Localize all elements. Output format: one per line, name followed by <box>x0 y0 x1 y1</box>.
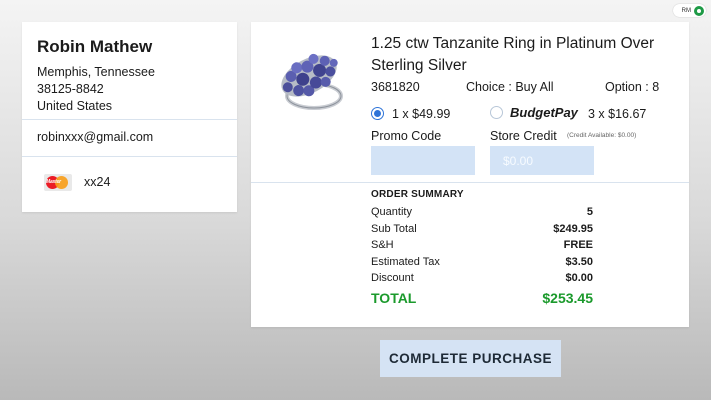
complete-purchase-button[interactable]: COMPLETE PURCHASE <box>380 340 561 377</box>
customer-email: robinxxx@gmail.com <box>37 130 154 144</box>
summary-row: S&H FREE <box>371 239 593 256</box>
product-sku: 3681820 <box>371 80 420 94</box>
summary-label: S&H <box>371 239 394 251</box>
card-number-suffix: xx24 <box>84 175 111 189</box>
store-credit-note: (Credit Available: $0.00) <box>567 132 637 139</box>
user-status-badge[interactable]: RM <box>673 4 706 17</box>
summary-row: Quantity 5 <box>371 206 593 223</box>
order-card: 1.25 ctw Tanzanite Ring in Platinum Over… <box>251 22 689 327</box>
summary-value: $249.95 <box>553 223 593 235</box>
budget-pay-radio[interactable] <box>490 106 503 119</box>
budget-pay-logo: BudgetPay <box>510 105 578 120</box>
choice-label: Choice : <box>466 80 516 94</box>
product-choice: Choice : Buy All <box>466 80 554 94</box>
divider <box>22 119 237 120</box>
badge-initials: RM <box>681 7 691 14</box>
full-price-radio[interactable] <box>371 107 384 120</box>
person-icon <box>694 5 704 16</box>
address-city-state: Memphis, Tennessee <box>37 65 155 79</box>
product-title: 1.25 ctw Tanzanite Ring in Platinum Over… <box>371 35 655 74</box>
summary-row: Discount $0.00 <box>371 272 593 289</box>
summary-value: $0.00 <box>565 272 593 284</box>
customer-info-card: Robin Mathew Memphis, Tennessee 38125-88… <box>22 22 237 212</box>
divider <box>22 156 237 157</box>
summary-value: FREE <box>563 239 593 251</box>
mastercard-icon: Master <box>44 174 72 191</box>
full-price-label[interactable]: 1 x $49.99 <box>392 107 450 121</box>
address-country: United States <box>37 99 113 113</box>
summary-label: Estimated Tax <box>371 256 440 268</box>
divider <box>251 182 689 183</box>
summary-label: Discount <box>371 272 414 284</box>
total-value: $253.45 <box>542 290 593 306</box>
summary-row: Sub Total $249.95 <box>371 223 593 240</box>
summary-value: $3.50 <box>565 256 593 268</box>
summary-value: 5 <box>586 206 593 218</box>
promo-code-label: Promo Code <box>371 129 442 143</box>
summary-label: Sub Total <box>371 223 417 235</box>
promo-code-input[interactable] <box>371 146 475 175</box>
total-label: TOTAL <box>371 290 417 306</box>
summary-row: Estimated Tax $3.50 <box>371 256 593 273</box>
summary-label: Quantity <box>371 206 412 218</box>
order-summary-title: ORDER SUMMARY <box>371 189 464 200</box>
store-credit-label: Store Credit <box>490 129 557 143</box>
ring-icon <box>281 53 343 110</box>
budget-pay-label[interactable]: 3 x $16.67 <box>588 107 646 121</box>
product-option: Option : 8 <box>605 80 660 94</box>
address-zip: 38125-8842 <box>37 82 104 96</box>
choice-value: Buy All <box>515 80 554 94</box>
customer-name: Robin Mathew <box>37 37 153 56</box>
store-credit-input[interactable] <box>490 146 594 175</box>
